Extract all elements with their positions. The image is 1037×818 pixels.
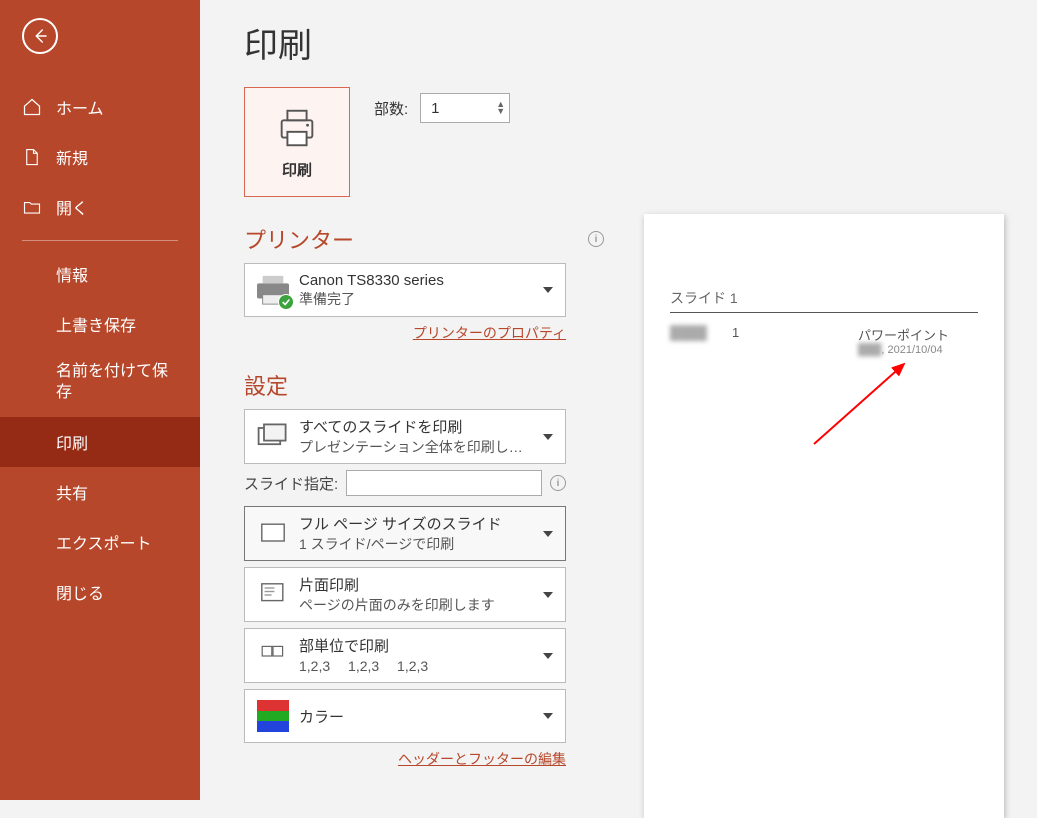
back-button[interactable]: [22, 18, 58, 54]
nav-share[interactable]: 共有: [0, 467, 200, 517]
nav-label: 情報: [56, 262, 88, 286]
collate-icon: [253, 636, 293, 676]
nav-label: ホーム: [56, 95, 104, 119]
printer-properties-link[interactable]: プリンターのプロパティ: [244, 323, 566, 343]
preview-slide-label: スライド 1: [670, 288, 978, 313]
print-color-selector[interactable]: カラー: [244, 689, 566, 743]
nav-label: 名前を付けて保存: [56, 362, 180, 404]
printer-heading: プリンター: [244, 223, 354, 255]
edit-header-footer-link[interactable]: ヘッダーとフッターの編集: [244, 749, 566, 769]
back-arrow-icon: [31, 27, 49, 45]
option-line1: カラー: [299, 706, 533, 727]
option-line2: 1,2,3 1,2,3 1,2,3: [299, 656, 533, 676]
print-button-label: 印刷: [282, 159, 312, 180]
preview-row-num: 1: [732, 325, 739, 356]
chevron-down-icon: [543, 653, 553, 659]
content-area: 印刷 印刷 部数: 1 ▲▼ プリンター i: [200, 0, 1037, 800]
copies-spinner[interactable]: 1 ▲▼: [420, 93, 510, 123]
document-icon: [22, 147, 42, 167]
nav-label: エクスポート: [56, 530, 152, 554]
print-layout-selector[interactable]: フル ページ サイズのスライド 1 スライド/ページで印刷: [244, 506, 566, 561]
nav-save[interactable]: 上書き保存: [0, 299, 200, 349]
home-icon: [22, 97, 42, 117]
printer-device-icon: [254, 274, 292, 306]
info-icon[interactable]: i: [550, 475, 566, 491]
print-scope-selector[interactable]: すべてのスライドを印刷 プレゼンテーション全体を印刷し…: [244, 409, 566, 464]
option-line2: 1 スライド/ページで印刷: [299, 534, 533, 554]
nav-label: 共有: [56, 480, 88, 504]
chevron-down-icon: [543, 592, 553, 598]
info-icon[interactable]: i: [588, 231, 604, 247]
settings-heading: 設定: [244, 369, 288, 401]
slides-all-icon: [253, 417, 293, 457]
print-collate-selector[interactable]: 部単位で印刷 1,2,3 1,2,3 1,2,3: [244, 628, 566, 683]
copies-label: 部数:: [374, 98, 408, 119]
option-line1: 部単位で印刷: [299, 635, 533, 656]
slide-range-row: スライド指定: i: [244, 470, 566, 496]
print-preview-pane: スライド 1 ████ 1 パワーポイント ███, 2021/10/04: [644, 18, 1037, 800]
nav-label: 上書き保存: [56, 312, 136, 336]
folder-open-icon: [22, 197, 42, 217]
option-line1: 片面印刷: [299, 574, 533, 595]
slide-range-label: スライド指定:: [244, 473, 338, 494]
single-side-icon: [253, 575, 293, 615]
printer-status: 準備完了: [299, 289, 533, 309]
preview-page: スライド 1 ████ 1 パワーポイント ███, 2021/10/04: [644, 214, 1004, 818]
full-page-icon: [253, 514, 293, 554]
nav-label: 閉じる: [56, 580, 104, 604]
nav-print[interactable]: 印刷: [0, 417, 200, 467]
printer-name: Canon TS8330 series: [299, 272, 533, 289]
nav-info[interactable]: 情報: [0, 249, 200, 299]
printer-icon: [274, 105, 320, 151]
option-line1: フル ページ サイズのスライド: [299, 513, 533, 534]
nav-home[interactable]: ホーム: [0, 82, 200, 132]
copies-value: 1: [431, 100, 439, 117]
copies-control: 部数: 1 ▲▼: [374, 93, 510, 123]
preview-row-text: パワーポイント: [858, 325, 978, 344]
nav-label: 新規: [56, 145, 88, 169]
page-title: 印刷: [244, 18, 604, 67]
chevron-down-icon: [543, 287, 553, 293]
print-settings-pane: 印刷 印刷 部数: 1 ▲▼ プリンター i: [244, 18, 604, 800]
print-sided-selector[interactable]: 片面印刷 ページの片面のみを印刷します: [244, 567, 566, 622]
spinner-arrows-icon[interactable]: ▲▼: [496, 101, 505, 115]
color-swatch-icon: [253, 696, 293, 736]
nav-export[interactable]: エクスポート: [0, 517, 200, 567]
slide-range-input[interactable]: [346, 470, 542, 496]
preview-blurred-text: ████: [670, 325, 730, 356]
printer-selector[interactable]: Canon TS8330 series 準備完了: [244, 263, 566, 317]
chevron-down-icon: [543, 434, 553, 440]
option-line2: ページの片面のみを印刷します: [299, 595, 533, 615]
chevron-down-icon: [543, 531, 553, 537]
nav-label: 開く: [56, 195, 88, 219]
annotation-arrow-icon: [804, 354, 924, 454]
chevron-down-icon: [543, 713, 553, 719]
nav-new[interactable]: 新規: [0, 132, 200, 182]
divider: [22, 240, 178, 241]
backstage-sidebar: ホーム 新規 開く 情報 上書き保存 名前を付けて保存 印刷 共有 エクスポート…: [0, 0, 200, 800]
nav-save-as[interactable]: 名前を付けて保存: [0, 349, 200, 417]
status-ok-icon: [278, 294, 294, 310]
option-line1: すべてのスライドを印刷: [299, 416, 533, 437]
nav-open[interactable]: 開く: [0, 182, 200, 232]
print-button[interactable]: 印刷: [244, 87, 350, 197]
nav-close[interactable]: 閉じる: [0, 567, 200, 617]
option-line2: プレゼンテーション全体を印刷し…: [299, 437, 533, 457]
preview-row-date: , 2021/10/04: [881, 344, 942, 356]
nav-label: 印刷: [56, 430, 88, 454]
